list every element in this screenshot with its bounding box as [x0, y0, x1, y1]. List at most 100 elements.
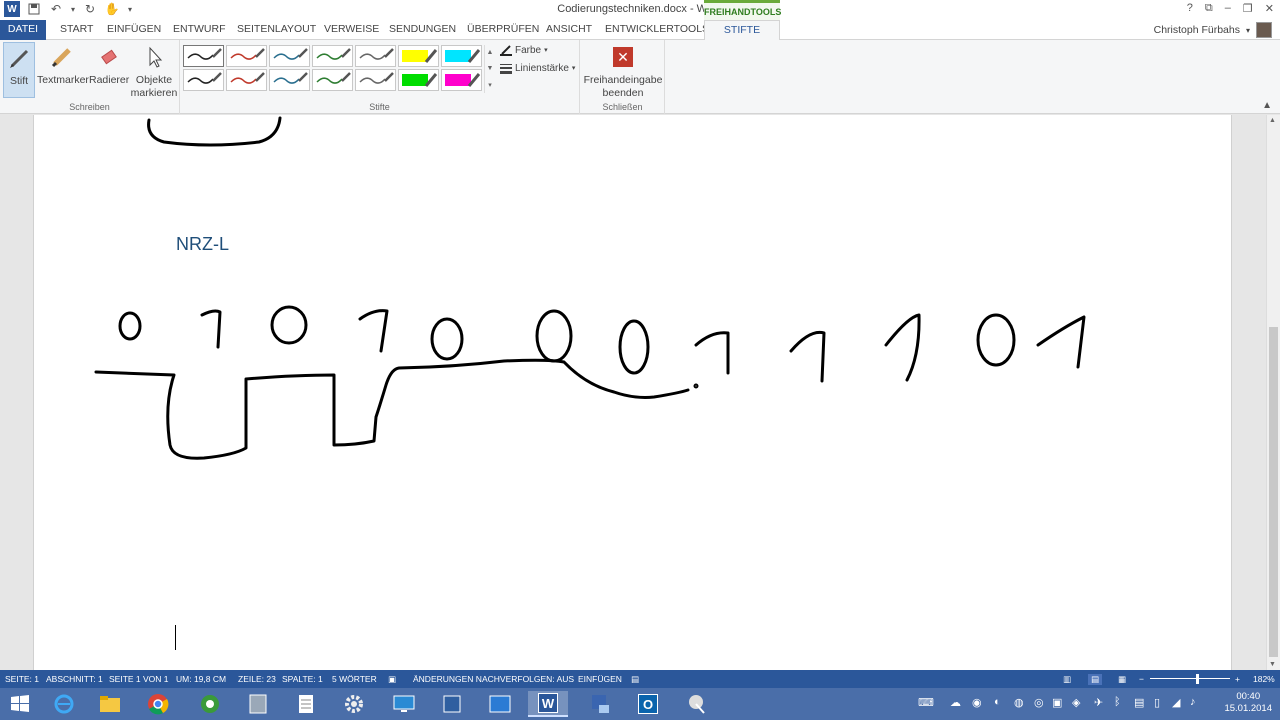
status-page-of[interactable]: SEITE 1 VON 1 [109, 674, 169, 684]
tab-start[interactable]: START [60, 23, 93, 35]
scrollbar-thumb[interactable] [1269, 327, 1278, 657]
paint-tool-icon[interactable] [676, 691, 716, 717]
zoom-slider[interactable] [1150, 678, 1230, 679]
volume-icon[interactable]: ♪ [1190, 696, 1196, 708]
file-explorer-icon[interactable] [90, 691, 130, 717]
pen-preset[interactable] [398, 69, 439, 91]
tray-icon[interactable]: ◈ [1072, 696, 1080, 709]
tray-icon[interactable]: ▤ [1134, 696, 1144, 709]
stop-inking-button[interactable]: ✕ Freihandeingabe beenden [583, 42, 663, 100]
minimize-button[interactable]: – [1225, 2, 1231, 15]
pen-preset[interactable] [269, 69, 310, 91]
scroll-down-icon[interactable]: ▼ [1269, 661, 1276, 668]
pen-preset[interactable] [441, 69, 482, 91]
status-section[interactable]: ABSCHNITT: 1 [46, 674, 103, 684]
user-account[interactable]: Christoph Fürbahs ▾ [1154, 22, 1272, 38]
pen-preset[interactable] [312, 45, 353, 67]
network-tool-icon[interactable] [432, 691, 472, 717]
tray-icon[interactable]: ▣ [1052, 696, 1062, 709]
tab-developer[interactable]: ENTWICKLERTOOLS [605, 23, 709, 35]
close-button[interactable]: ✕ [1265, 2, 1274, 15]
tab-mailings[interactable]: SENDUNGEN [389, 23, 456, 35]
pen-gallery-scroll[interactable]: ▲ ▼ ▾ [484, 45, 495, 93]
save-icon[interactable] [26, 1, 42, 17]
status-track-changes[interactable]: ÄNDERUNGEN NACHVERFOLGEN: AUS [413, 674, 574, 684]
status-page[interactable]: SEITE: 1 [5, 674, 39, 684]
read-mode-icon[interactable]: ▥ [1063, 674, 1071, 685]
restore-button[interactable]: ❐ [1243, 2, 1253, 15]
ribbon-display-options-icon[interactable]: ⧉ [1205, 2, 1213, 15]
document-page[interactable]: NRZ-L [33, 115, 1232, 670]
keyboard-icon[interactable]: ⌨ [918, 696, 934, 709]
chrome-icon[interactable] [138, 691, 178, 717]
tab-page-layout[interactable]: SEITENLAYOUT [237, 23, 316, 35]
status-line[interactable]: ZEILE: 23 [238, 674, 276, 684]
scroll-up-icon[interactable]: ▲ [1269, 117, 1276, 124]
tab-design[interactable]: ENTWURF [173, 23, 226, 35]
network-share-icon[interactable] [580, 691, 620, 717]
gallery-more-icon[interactable]: ▾ [488, 81, 492, 89]
tray-icon[interactable]: ◎ [1034, 696, 1044, 709]
word-taskbar-icon[interactable]: W [528, 691, 568, 717]
macro-record-icon[interactable]: ▤ [631, 674, 639, 685]
tab-review[interactable]: ÜBERPRÜFEN [467, 23, 539, 35]
eraser-tool-button[interactable]: Radierer [89, 42, 129, 87]
pen-tool-button[interactable]: Stift [3, 42, 35, 98]
help-icon[interactable]: ? [1187, 2, 1193, 15]
proofing-icon[interactable]: ▣ [388, 674, 396, 685]
gallery-up-icon[interactable]: ▲ [487, 49, 494, 56]
pen-preset[interactable] [398, 45, 439, 67]
pen-preset[interactable] [183, 69, 224, 91]
line-width-dropdown[interactable]: Linienstärke ▾ [500, 62, 575, 74]
bluetooth-icon[interactable]: ᛒ [1114, 696, 1121, 708]
tray-icon[interactable]: ✈ [1094, 696, 1103, 709]
tray-icon[interactable]: ◍ [1014, 696, 1024, 709]
windows-start-icon[interactable] [0, 691, 40, 717]
undo-dropdown-icon[interactable]: ▾ [70, 1, 76, 17]
pen-preset[interactable] [355, 69, 396, 91]
vertical-scrollbar[interactable]: ▲ ▼ [1266, 115, 1280, 670]
customize-qat-icon[interactable]: ▾ [126, 1, 134, 17]
status-words[interactable]: 5 WÖRTER [332, 674, 377, 684]
zoom-slider-thumb[interactable] [1196, 674, 1199, 684]
taskbar-clock[interactable]: 00:40 15.01.2014 [1224, 691, 1272, 715]
tray-icon[interactable]: ◉ [972, 696, 982, 709]
pen-preset[interactable] [226, 69, 267, 91]
internet-explorer-icon[interactable] [44, 691, 84, 717]
remote-desktop-icon[interactable] [384, 691, 424, 717]
tab-view[interactable]: ANSICHT [546, 23, 592, 35]
app-window-icon[interactable] [480, 691, 520, 717]
status-position[interactable]: UM: 19,8 CM [176, 674, 226, 684]
pen-preset[interactable] [269, 45, 310, 67]
tab-insert[interactable]: EINFÜGEN [107, 23, 161, 35]
touch-mode-icon[interactable]: ✋ [104, 1, 120, 17]
print-layout-icon[interactable]: ▤ [1088, 674, 1103, 685]
tab-file[interactable]: DATEI [0, 20, 46, 40]
status-insert-mode[interactable]: EINFÜGEN [578, 674, 622, 684]
zoom-level[interactable]: 182% [1253, 674, 1275, 684]
outlook-icon[interactable]: O [628, 691, 668, 717]
color-dropdown[interactable]: Farbe ▾ [500, 44, 548, 56]
camtasia-icon[interactable] [190, 691, 230, 717]
status-column[interactable]: SPALTE: 1 [282, 674, 323, 684]
pen-preset[interactable] [355, 45, 396, 67]
tray-icon[interactable]: ◐ [994, 696, 1001, 708]
undo-icon[interactable]: ↶ [48, 1, 64, 17]
tab-references[interactable]: VERWEISE [324, 23, 379, 35]
highlighter-tool-button[interactable]: Textmarker [37, 42, 89, 87]
settings-gear-icon[interactable] [334, 691, 374, 717]
gallery-down-icon[interactable]: ▼ [487, 65, 494, 72]
web-layout-icon[interactable]: ▦ [1118, 674, 1126, 685]
pen-preset[interactable] [183, 45, 224, 67]
battery-icon[interactable]: ▯ [1154, 696, 1160, 709]
collapse-ribbon-icon[interactable]: ▲ [1262, 100, 1272, 111]
pen-preset[interactable] [312, 69, 353, 91]
pen-preset[interactable] [226, 45, 267, 67]
calculator-icon[interactable] [238, 691, 278, 717]
word-app-icon[interactable]: W [4, 1, 20, 17]
pen-preset[interactable] [441, 45, 482, 67]
notepad-icon[interactable] [286, 691, 326, 717]
redo-icon[interactable]: ↻ [82, 1, 98, 17]
zoom-in-button[interactable]: + [1235, 674, 1240, 684]
tab-pens[interactable]: STIFTE [704, 20, 780, 41]
